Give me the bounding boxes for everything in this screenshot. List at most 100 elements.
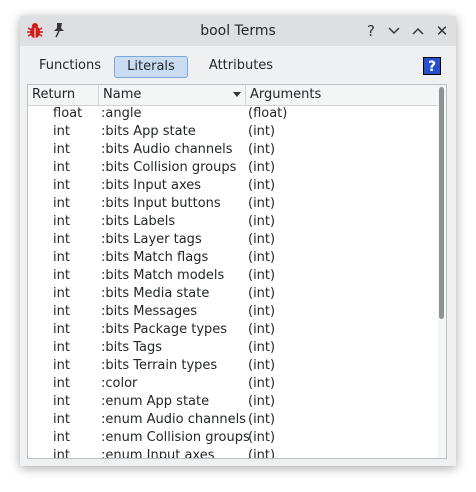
cell-return: int	[53, 286, 70, 301]
cell-name: :enum App state	[101, 394, 210, 409]
cell-name: :bits Match models	[101, 268, 225, 283]
cell-return: int	[53, 358, 70, 373]
table-row[interactable]: float :angle (float)	[28, 105, 438, 123]
cell-return: int	[53, 376, 70, 391]
cell-return: int	[53, 448, 70, 459]
table-row[interactable]: int :bits Tags (int)	[28, 339, 438, 357]
cell-name: :bits Input buttons	[101, 196, 221, 211]
cell-name: :color	[101, 376, 138, 391]
cell-name: :bits Labels	[101, 214, 176, 229]
minimize-icon[interactable]	[383, 20, 405, 42]
table-row[interactable]: int :enum Audio channels (int)	[28, 411, 438, 429]
help-icon[interactable]: ?	[360, 20, 382, 42]
maximize-icon[interactable]	[407, 20, 429, 42]
cell-arguments: (int)	[248, 412, 276, 427]
cell-name: :bits Layer tags	[101, 232, 202, 247]
cell-return: int	[53, 214, 70, 229]
tab-literals[interactable]: Literals	[114, 56, 188, 78]
column-header-arguments[interactable]: Arguments	[246, 85, 438, 105]
cell-return: int	[53, 322, 70, 337]
cell-arguments: (int)	[248, 376, 276, 391]
table-row[interactable]: int:bits Collision groups (int)	[28, 159, 438, 177]
cell-arguments: (float)	[248, 106, 288, 121]
cell-return: int	[53, 412, 70, 427]
tab-attributes[interactable]: Attributes	[196, 56, 286, 76]
cell-name: :bits Messages	[101, 304, 197, 319]
table-row[interactable]: int :bits Layer tags (int)	[28, 231, 438, 249]
table-header: Return Name Arguments	[28, 85, 438, 106]
cell-name: :enum Collision groups	[101, 430, 250, 445]
table-row[interactable]: int :bits Input axes (int)	[28, 177, 438, 195]
cell-arguments: (int)	[248, 358, 276, 373]
chevron-down-icon	[388, 27, 400, 35]
cell-name: :bits Audio channels	[101, 142, 233, 157]
cell-return: int	[53, 178, 70, 193]
table-row[interactable]: int :enum Collision groups (int)	[28, 429, 438, 447]
cell-arguments: (int)	[248, 304, 276, 319]
table-row[interactable]: int :bits Audio channels (int)	[28, 141, 438, 159]
close-icon[interactable]: ✕	[431, 20, 453, 42]
cell-arguments: (int)	[248, 250, 276, 265]
column-header-name[interactable]: Name	[99, 85, 246, 105]
cell-name: :bits Collision groups	[101, 160, 237, 175]
help-button[interactable]: ?	[423, 57, 441, 75]
cell-return: int	[53, 430, 70, 445]
cell-name: :bits Terrain types	[101, 358, 218, 373]
table-row[interactable]: int:bits Match flags (int)	[28, 249, 438, 267]
cell-name: :angle	[101, 106, 142, 121]
table-row[interactable]: int :bits Media state (int)	[28, 285, 438, 303]
chevron-up-icon	[412, 27, 424, 35]
tab-bar: Functions Literals Attributes	[20, 54, 456, 80]
cell-arguments: (int)	[248, 268, 276, 283]
cell-name: :bits Media state	[101, 286, 210, 301]
cell-return: int	[53, 340, 70, 355]
cell-arguments: (int)	[248, 448, 276, 459]
table-row[interactable]: int :enum Input axes (int)	[28, 447, 438, 459]
cell-arguments: (int)	[248, 124, 276, 139]
table-body: float :angle (float) int :bits App state (int…	[28, 105, 438, 459]
dialog-window: bool Terms ? ✕ Functions Literals Attrib…	[20, 16, 456, 466]
cell-arguments: (int)	[248, 322, 276, 337]
column-header-return[interactable]: Return	[28, 85, 99, 105]
cell-name: :bits Input axes	[101, 178, 202, 193]
table-row[interactable]: int :bits App state (int)	[28, 123, 438, 141]
table-row[interactable]: int :bits Messages (int)	[28, 303, 438, 321]
table-row[interactable]: int :bits Labels (int)	[28, 213, 438, 231]
vertical-scrollbar[interactable]	[438, 85, 446, 458]
cell-arguments: (int)	[248, 178, 276, 193]
cell-return: int	[53, 268, 70, 283]
cell-arguments: (int)	[248, 142, 276, 157]
cell-return: int	[53, 160, 70, 175]
tab-functions[interactable]: Functions	[34, 56, 106, 76]
table-row[interactable]: int :bits Package types (int)	[28, 321, 438, 339]
cell-name: :bits Package types	[101, 322, 228, 337]
cell-arguments: (int)	[248, 430, 276, 445]
cell-return: float	[53, 106, 83, 121]
cell-return: int	[53, 394, 70, 409]
cell-name: :bits Match flags	[101, 250, 209, 265]
cell-name: :enum Audio channels	[101, 412, 246, 427]
cell-arguments: (int)	[248, 196, 276, 211]
cell-arguments: (int)	[248, 232, 276, 247]
cell-arguments: (int)	[248, 214, 276, 229]
cell-return: int	[53, 304, 70, 319]
cell-arguments: (int)	[248, 286, 276, 301]
cell-return: int	[53, 142, 70, 157]
table-row[interactable]: int :enum App state (int)	[28, 393, 438, 411]
cell-arguments: (int)	[248, 340, 276, 355]
scrollbar-thumb[interactable]	[439, 87, 444, 319]
cell-name: :bits App state	[101, 124, 196, 139]
cell-return: int	[53, 232, 70, 247]
cell-arguments: (int)	[248, 394, 276, 409]
cell-return: int	[53, 124, 70, 139]
table-row[interactable]: int :bits Input buttons (int)	[28, 195, 438, 213]
cell-name: :enum Input axes	[101, 448, 215, 459]
terms-table[interactable]: Return Name Arguments float :angle (float)…	[27, 84, 447, 459]
sort-descending-icon	[233, 92, 241, 97]
cell-name: :bits Tags	[101, 340, 163, 355]
table-row[interactable]: int :bits Match models (int)	[28, 267, 438, 285]
table-row[interactable]: int :bits Terrain types (int)	[28, 357, 438, 375]
table-row[interactable]: int :color (int)	[28, 375, 438, 393]
title-bar[interactable]: bool Terms ? ✕	[20, 16, 456, 46]
cell-return: int	[53, 196, 70, 211]
